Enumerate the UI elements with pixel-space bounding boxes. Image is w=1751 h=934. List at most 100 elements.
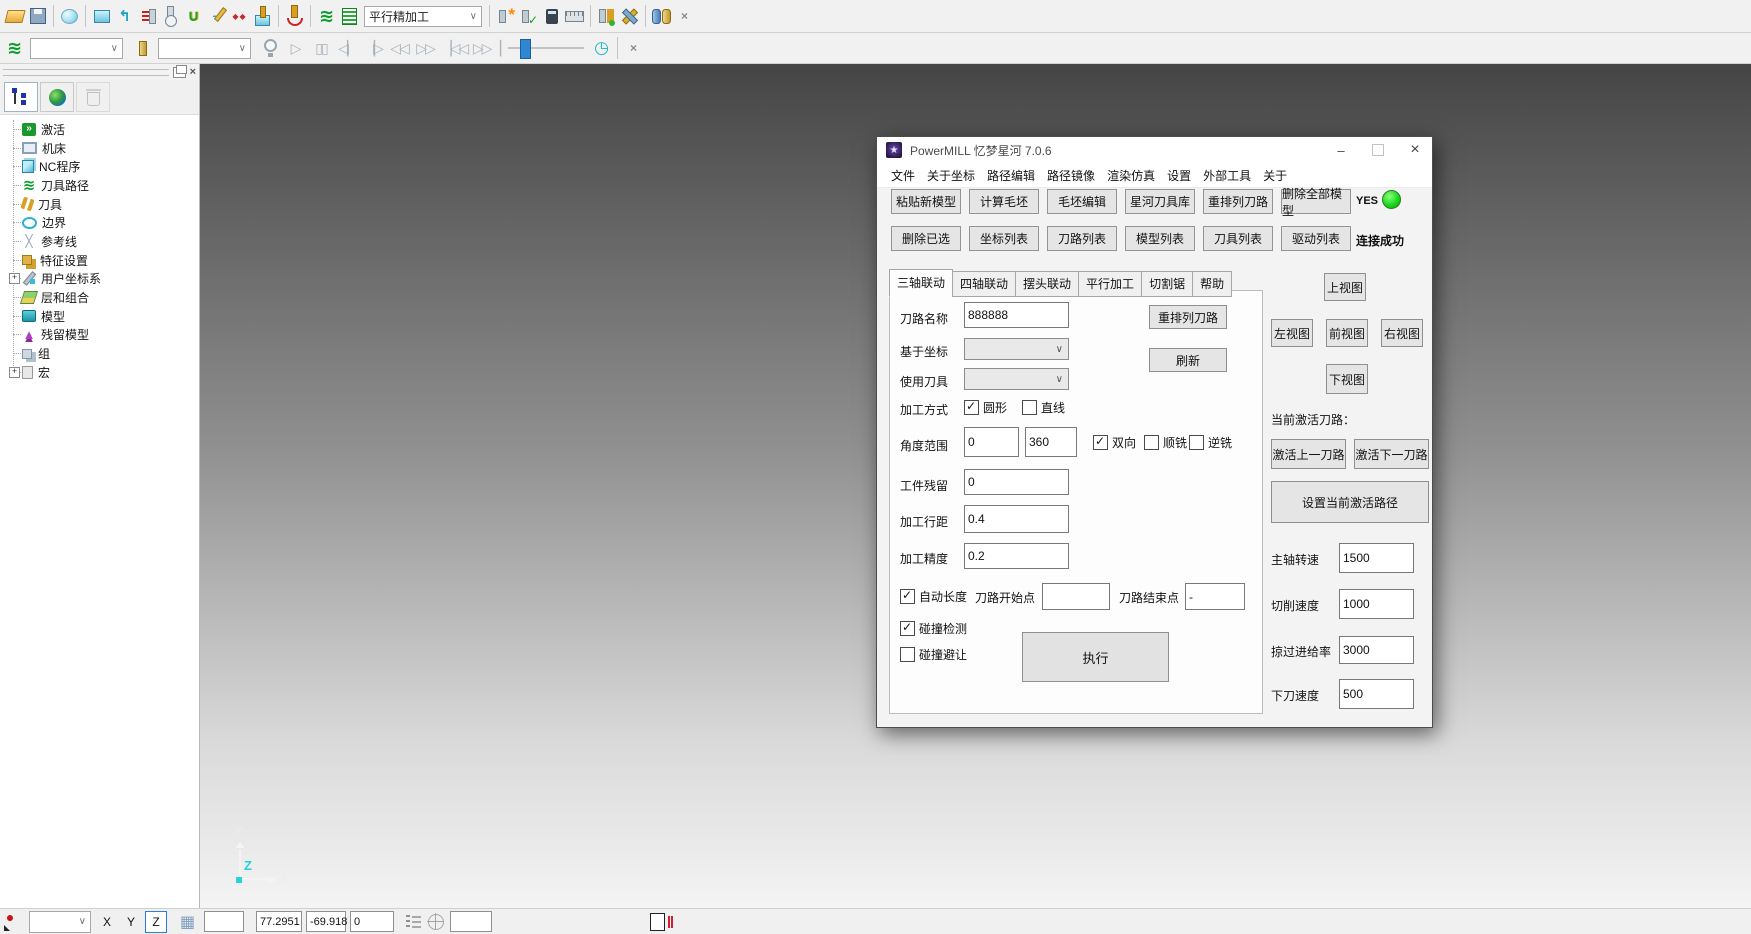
toolpath-icon[interactable]: [315, 4, 338, 29]
tree-item-macros[interactable]: +宏: [0, 363, 199, 382]
menu-render-sim[interactable]: 渲染仿真: [1107, 167, 1155, 184]
expand-toggle[interactable]: +: [9, 273, 20, 284]
spindle-speed-input[interactable]: [1339, 543, 1414, 573]
tab-3axis[interactable]: 三轴联动: [889, 269, 953, 297]
minimize-button[interactable]: –: [1334, 144, 1348, 157]
view-front-button[interactable]: 前视图: [1326, 319, 1368, 347]
end-point-input[interactable]: [1185, 583, 1245, 610]
measure-ruler-icon[interactable]: [563, 4, 586, 29]
tool-block-icon[interactable]: [251, 4, 274, 29]
ball-tool-icon[interactable]: [159, 4, 182, 29]
step-back-button[interactable]: ◁▏: [334, 40, 360, 57]
grid-snap-icon[interactable]: ▦: [175, 911, 200, 933]
tool-list-button[interactable]: 刀具列表: [1203, 226, 1273, 251]
block-icon[interactable]: [90, 4, 113, 29]
tree-item-toolpaths[interactable]: 刀具路径: [0, 176, 199, 195]
cutting-feed-input[interactable]: [1339, 589, 1414, 619]
workplane-field[interactable]: [450, 911, 492, 932]
step-forward-button[interactable]: ▕▷: [360, 40, 386, 57]
menu-external-tools[interactable]: 外部工具: [1203, 167, 1251, 184]
toolpath-name-input[interactable]: [964, 302, 1069, 328]
sidebar-tab-explorer[interactable]: [4, 82, 38, 112]
refresh-button[interactable]: 刷新: [1149, 348, 1227, 372]
maximize-button[interactable]: [1372, 144, 1384, 156]
axis-z-button[interactable]: Z: [145, 911, 167, 933]
fast-forward-button[interactable]: ▷▷: [412, 40, 438, 57]
activate-next-toolpath-button[interactable]: 激活下一刀路: [1354, 439, 1429, 469]
tool-star-icon[interactable]: [494, 4, 517, 29]
rapid-move-icon[interactable]: [113, 4, 136, 29]
tree-item-patterns[interactable]: 参考线: [0, 232, 199, 251]
base-coord-dropdown[interactable]: ∨: [964, 338, 1069, 360]
menu-file[interactable]: 文件: [891, 167, 915, 184]
pattern-points-icon[interactable]: [228, 4, 251, 29]
sim-tool-dropdown[interactable]: ∨: [158, 38, 251, 59]
status-dropdown[interactable]: ∨: [29, 911, 91, 933]
tree-item-models[interactable]: 模型: [0, 307, 199, 326]
toolpath-list-button[interactable]: 刀路列表: [1047, 226, 1117, 251]
toolpath-verify-icon[interactable]: [517, 4, 540, 29]
tree-item-boundaries[interactable]: 边界: [0, 213, 199, 232]
edit-block-button[interactable]: 毛坯编辑: [1047, 189, 1117, 214]
use-tool-dropdown[interactable]: ∨: [964, 368, 1069, 390]
tab-help[interactable]: 帮助: [1192, 271, 1232, 297]
rewind-button[interactable]: ◁◁: [386, 40, 412, 57]
view-top-button[interactable]: 上视图: [1324, 273, 1366, 301]
tool-holder-icon[interactable]: [182, 4, 205, 29]
save-project-icon[interactable]: [26, 4, 49, 29]
grip-lines[interactable]: [3, 69, 169, 76]
sim-toolpath-dropdown[interactable]: ∨: [30, 38, 123, 59]
coord-list-icon[interactable]: [406, 915, 422, 929]
tree-item-activate[interactable]: 激活: [0, 120, 199, 139]
blob-icon[interactable]: [58, 4, 81, 29]
menu-path-mirror[interactable]: 路径镜像: [1047, 167, 1095, 184]
grid-size-field[interactable]: [204, 911, 244, 932]
tree-item-tools[interactable]: 刀具: [0, 195, 199, 214]
menu-path-edit[interactable]: 路径编辑: [987, 167, 1035, 184]
close-toolbar-icon[interactable]: [622, 36, 645, 61]
tool-library-button[interactable]: 星河刀具库: [1125, 189, 1195, 214]
auto-length-checkbox[interactable]: [900, 589, 915, 604]
circle-checkbox[interactable]: [964, 400, 979, 415]
collision-avoid-checkbox[interactable]: [900, 647, 915, 662]
sidebar-tab-web[interactable]: [40, 82, 74, 112]
point-tool-icon[interactable]: [2, 911, 27, 933]
coord-list-button[interactable]: 坐标列表: [969, 226, 1039, 251]
plunge-feed-input[interactable]: [1339, 679, 1414, 709]
skim-feed-input[interactable]: [1339, 636, 1414, 664]
pause-button[interactable]: ▯▯: [308, 40, 334, 57]
leads-and-links-icon[interactable]: [283, 4, 306, 29]
angle-to-input[interactable]: [1025, 427, 1077, 457]
close-panel-icon[interactable]: ×: [190, 67, 196, 78]
play-button[interactable]: ▷: [282, 40, 308, 57]
calc-block-button[interactable]: 计算毛坯: [969, 189, 1039, 214]
tab-cutting-saw[interactable]: 切割锯: [1141, 271, 1193, 297]
drive-list-button[interactable]: 驱动列表: [1281, 226, 1351, 251]
tree-item-levels-and-sets[interactable]: 层和组合: [0, 288, 199, 307]
light-bulb-icon[interactable]: [259, 36, 282, 61]
curve-editor-icon[interactable]: [205, 4, 228, 29]
line-checkbox[interactable]: [1022, 400, 1037, 415]
angle-from-input[interactable]: [964, 427, 1019, 457]
execute-button[interactable]: 执行: [1022, 632, 1169, 682]
bidirectional-checkbox[interactable]: [1093, 435, 1108, 450]
tab-swivel-head[interactable]: 摆头联动: [1015, 271, 1079, 297]
delete-selected-button[interactable]: 删除已选: [891, 226, 961, 251]
paste-new-model-button[interactable]: 粘贴新模型: [891, 189, 961, 214]
tolerance-input[interactable]: [964, 543, 1069, 569]
tree-item-feature-sets[interactable]: 特征设置: [0, 251, 199, 270]
coord-y-field[interactable]: -69.918: [306, 911, 346, 932]
slider-thumb[interactable]: [520, 39, 531, 59]
tree-item-machine-tool[interactable]: 机床: [0, 139, 199, 158]
window-pause-icon[interactable]: [650, 913, 665, 931]
go-to-end-button[interactable]: ▷▷▕: [470, 40, 502, 57]
view-left-button[interactable]: 左视图: [1271, 319, 1313, 347]
clock-icon[interactable]: [590, 36, 613, 61]
speed-slider[interactable]: [508, 39, 584, 57]
axis-x-button[interactable]: X: [97, 912, 117, 932]
strategy-list-icon[interactable]: [338, 4, 361, 29]
tab-parallel[interactable]: 平行加工: [1078, 271, 1142, 297]
tool-icon[interactable]: [131, 36, 154, 61]
tab-4axis[interactable]: 四轴联动: [952, 271, 1016, 297]
close-button[interactable]: ×: [1408, 142, 1422, 158]
